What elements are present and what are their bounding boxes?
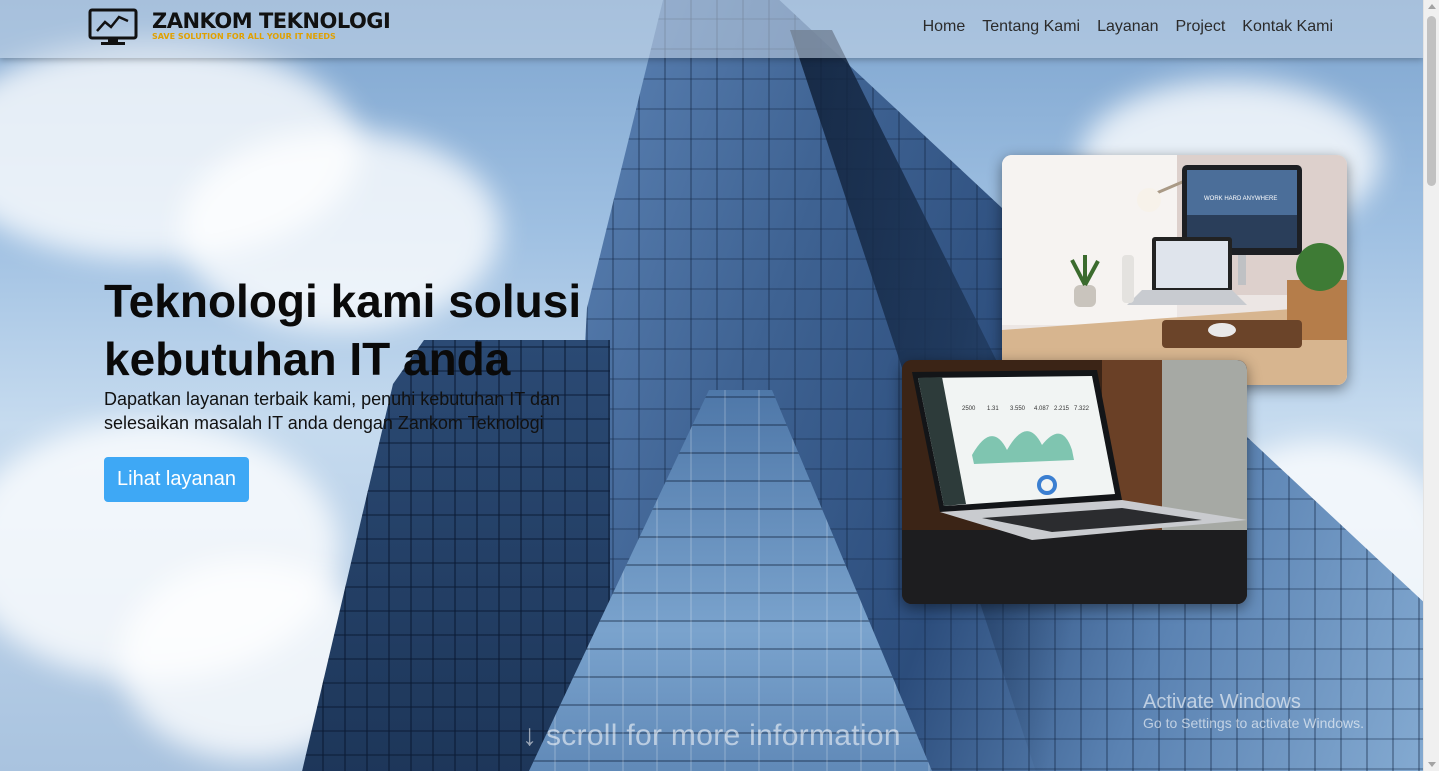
svg-text:2.215: 2.215 bbox=[1054, 406, 1070, 412]
svg-text:7.322: 7.322 bbox=[1074, 406, 1090, 412]
scroll-thumb[interactable] bbox=[1427, 16, 1436, 186]
hero-subtitle: Dapatkan layanan terbaik kami, penuhi ke… bbox=[104, 389, 560, 433]
scroll-down-icon[interactable] bbox=[1428, 762, 1436, 767]
scroll-hint[interactable]: ↓ scroll for more information bbox=[522, 719, 901, 753]
desk-workspace-photo: WORK HARD ANYWHERE bbox=[1002, 155, 1347, 385]
scroll-up-icon[interactable] bbox=[1428, 4, 1436, 9]
svg-text:3.550: 3.550 bbox=[1010, 406, 1026, 412]
brand-name: ZANKOM TEKNOLOGI bbox=[152, 9, 391, 33]
monitor-chart-icon bbox=[88, 8, 138, 46]
svg-text:4.087: 4.087 bbox=[1034, 406, 1050, 412]
svg-text:WORK HARD ANYWHERE: WORK HARD ANYWHERE bbox=[1204, 196, 1277, 202]
activate-windows-watermark: Activate Windows Go to Settings to activ… bbox=[1143, 690, 1364, 732]
svg-text:1.31: 1.31 bbox=[987, 406, 999, 412]
brand-logo[interactable]: ZANKOM TEKNOLOGI SAVE SOLUTION FOR ALL Y… bbox=[88, 8, 391, 46]
navbar: ZANKOM TEKNOLOGI SAVE SOLUTION FOR ALL Y… bbox=[0, 0, 1423, 58]
main-nav: Home Tentang Kami Layanan Project Kontak… bbox=[923, 18, 1333, 36]
activate-windows-title: Activate Windows bbox=[1143, 691, 1301, 713]
vertical-scrollbar[interactable] bbox=[1423, 0, 1439, 771]
nav-kontak-kami[interactable]: Kontak Kami bbox=[1242, 18, 1333, 36]
see-services-button[interactable]: Lihat layanan bbox=[104, 457, 249, 502]
nav-layanan[interactable]: Layanan bbox=[1097, 18, 1158, 36]
scroll-hint-label: scroll for more information bbox=[545, 719, 901, 752]
brand-tagline: SAVE SOLUTION FOR ALL YOUR IT NEEDS bbox=[152, 32, 336, 41]
nav-tentang-kami[interactable]: Tentang Kami bbox=[982, 18, 1080, 36]
nav-project[interactable]: Project bbox=[1175, 18, 1225, 36]
laptop-dashboard-photo: 2500 1.31 3.550 4.087 2.215 7.322 bbox=[902, 360, 1247, 604]
nav-home[interactable]: Home bbox=[923, 18, 966, 36]
activate-windows-subtitle: Go to Settings to activate Windows. bbox=[1143, 715, 1364, 731]
arrow-down-icon: ↓ bbox=[522, 719, 546, 752]
hero-title: Teknologi kami solusi kebutuhan IT anda bbox=[104, 275, 582, 385]
svg-text:2500: 2500 bbox=[962, 406, 976, 412]
